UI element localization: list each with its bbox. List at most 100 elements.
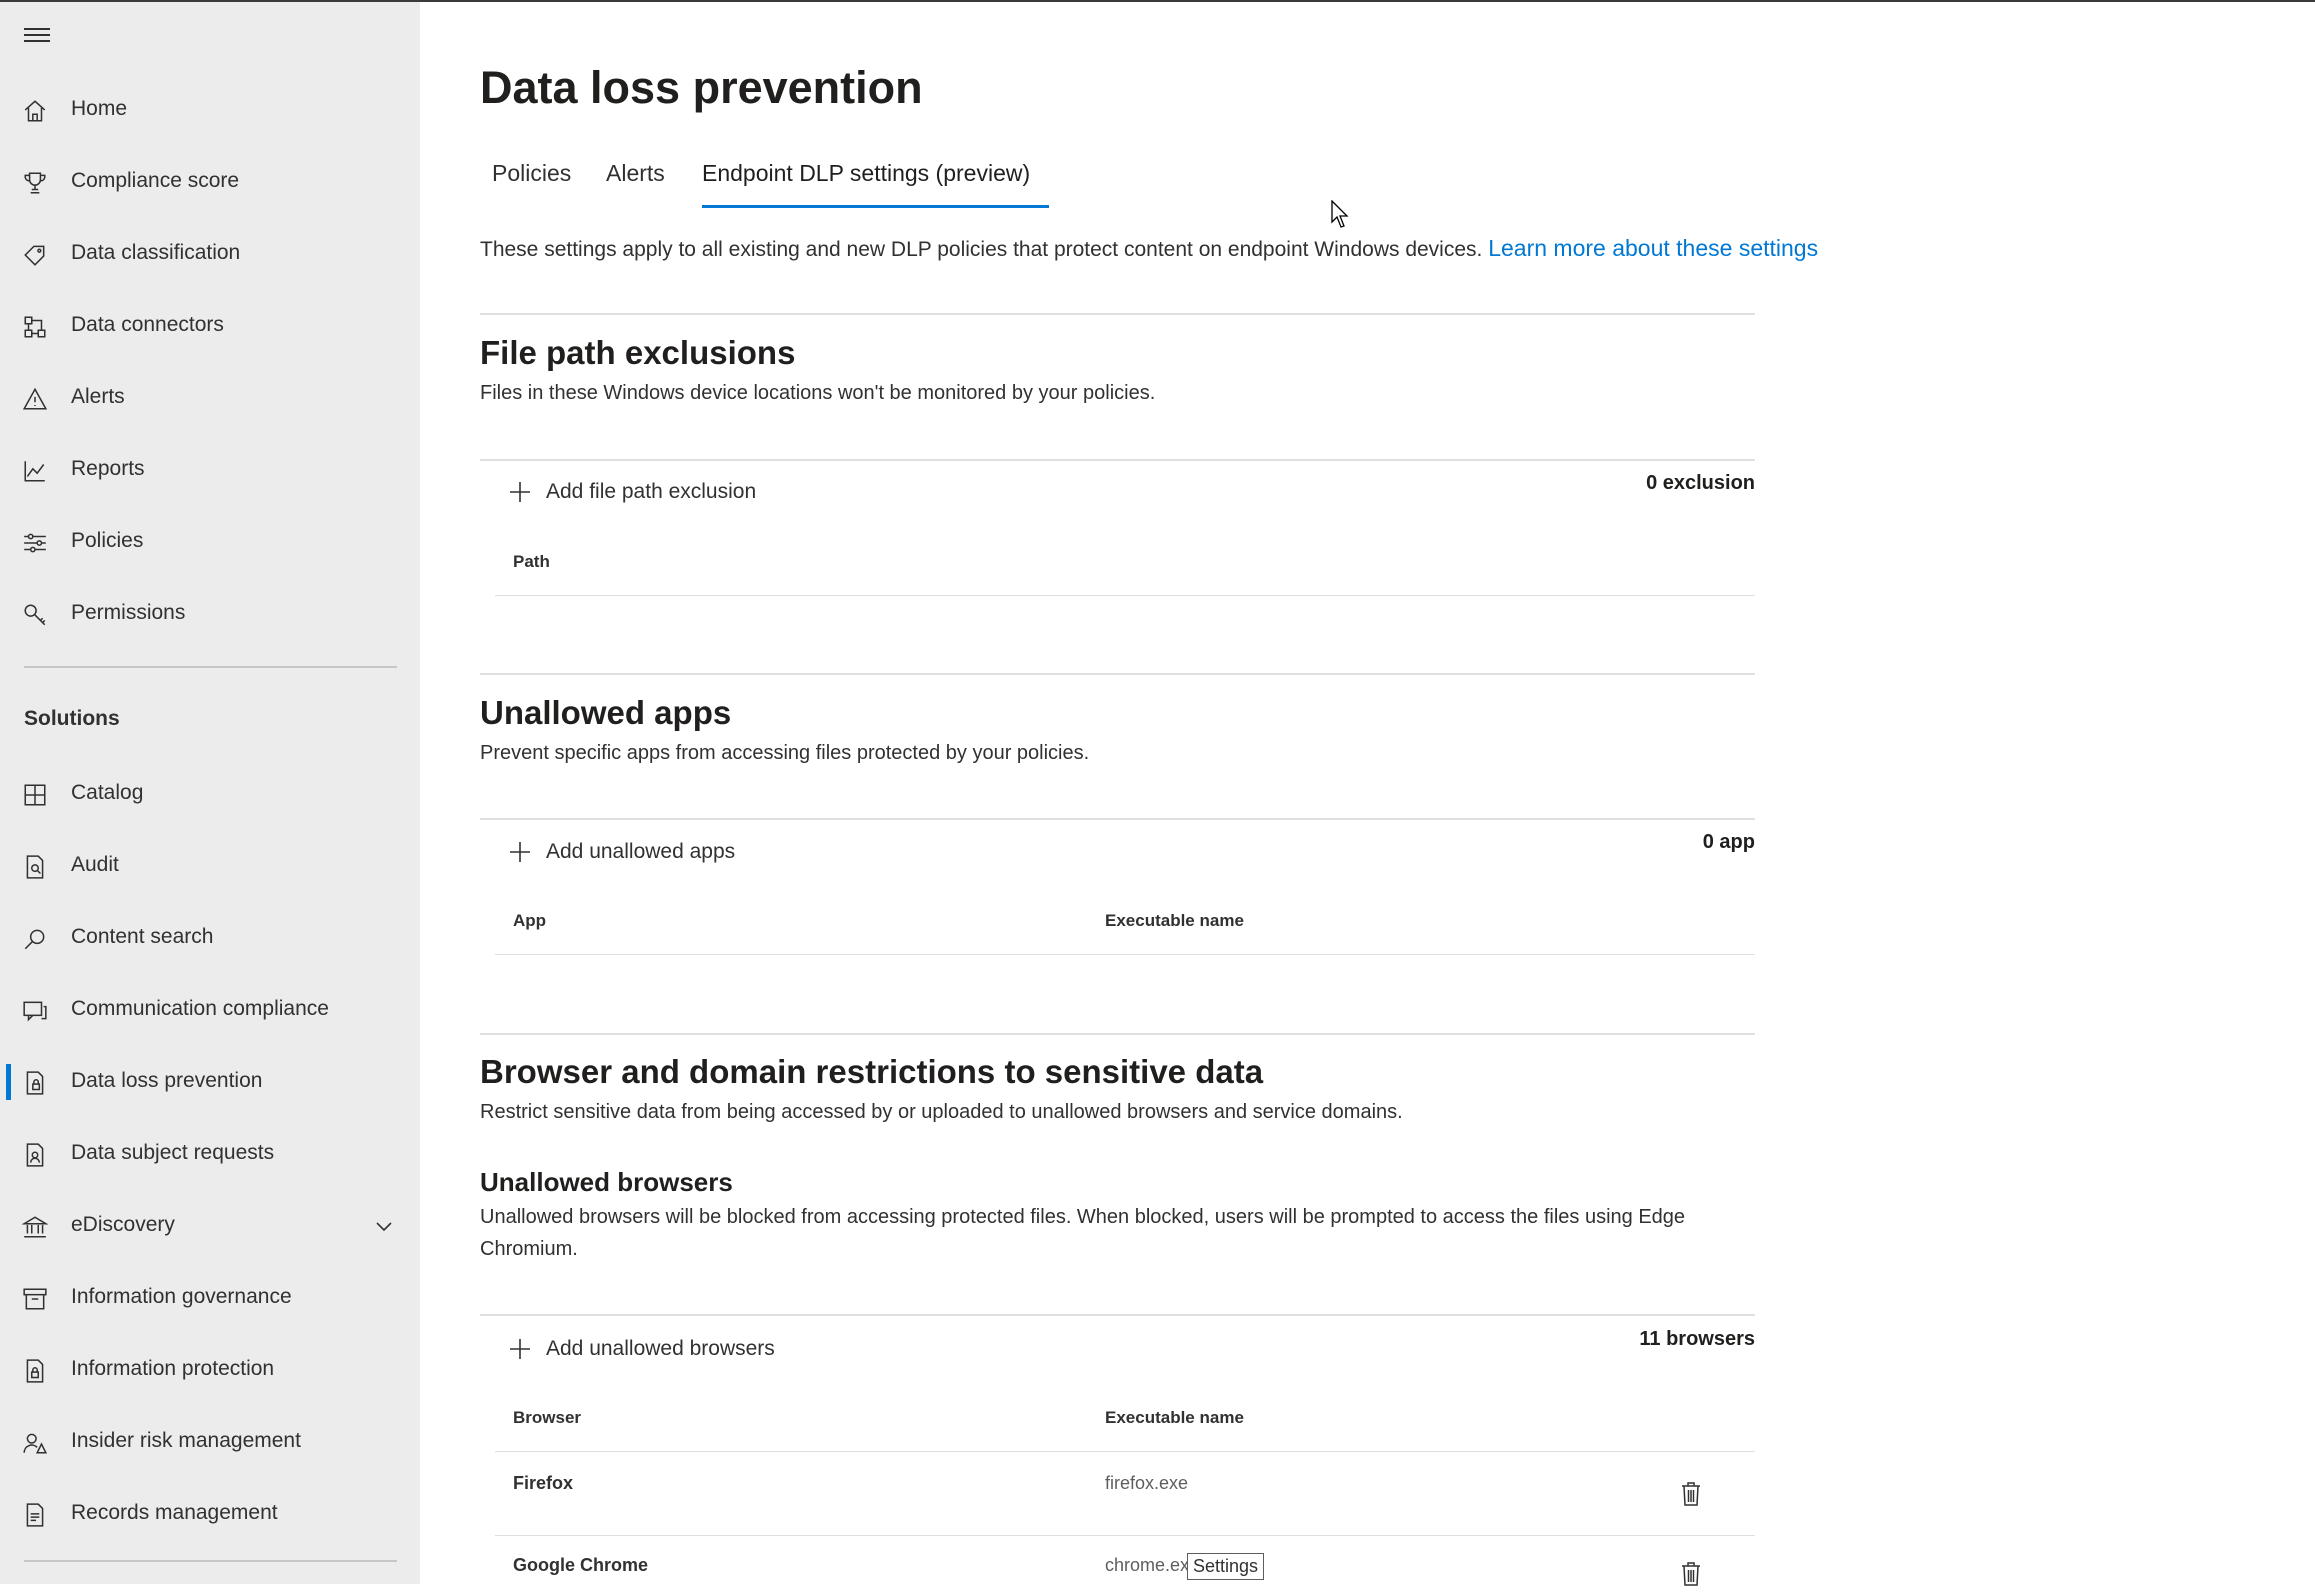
executable-name: firefox.exe — [1105, 1473, 1189, 1493]
nav-item-label: Reports — [71, 457, 145, 480]
browser-domain-restrictions-description: Restrict sensitive data from being acces… — [480, 1101, 1403, 1123]
nav-divider — [24, 1560, 397, 1562]
page-title: Data loss prevention — [480, 62, 923, 113]
nav-item-insider-risk-management[interactable]: Insider risk management — [0, 1412, 420, 1472]
connector-icon — [22, 314, 48, 340]
nav-item-information-protection[interactable]: Information protection — [0, 1340, 420, 1400]
exclusion-count: 0 exclusion — [1646, 472, 1755, 494]
nav-item-records-management[interactable]: Records management — [0, 1484, 420, 1544]
nav-item-data-loss-prevention[interactable]: Data loss prevention — [0, 1052, 420, 1112]
lock-doc-icon — [22, 1358, 48, 1384]
nav-item-data-subject-requests[interactable]: Data subject requests — [0, 1124, 420, 1184]
nav-item-label: Audit — [71, 853, 119, 876]
intro-description: These settings apply to all existing and… — [480, 238, 1483, 261]
tab-policies[interactable]: Policies — [492, 160, 571, 187]
nav-item-home[interactable]: Home — [0, 80, 420, 140]
learn-more-link[interactable]: Learn more about these settings — [1488, 235, 1818, 261]
nav-item-label: eDiscovery — [71, 1213, 175, 1236]
warning-icon — [22, 386, 48, 412]
nav-item-label: Data subject requests — [71, 1141, 275, 1164]
browser-name: Google Chrome — [513, 1555, 649, 1575]
nav-divider — [24, 666, 397, 668]
archive-icon — [22, 1286, 48, 1312]
section-divider — [480, 1314, 1755, 1316]
search-icon — [22, 926, 48, 952]
mouse-cursor-icon — [1331, 200, 1349, 228]
nav-item-communication-compliance[interactable]: Communication compliance — [0, 980, 420, 1040]
nav-item-content-search[interactable]: Content search — [0, 908, 420, 968]
nav-item-label: Records management — [71, 1501, 278, 1524]
nav-item-label: Information protection — [71, 1357, 275, 1380]
section-divider — [480, 673, 1755, 675]
delete-icon[interactable] — [1680, 1481, 1702, 1507]
nav-item-data-classification[interactable]: Data classification — [0, 224, 420, 284]
home-icon — [22, 98, 48, 124]
tab-alerts[interactable]: Alerts — [606, 160, 665, 187]
nav-item-information-governance[interactable]: Information governance — [0, 1268, 420, 1328]
browser-name: Firefox — [513, 1473, 574, 1493]
file-path-exclusions-description: Files in these Windows device locations … — [480, 382, 1156, 404]
sliders-icon — [22, 530, 48, 556]
tag-icon — [22, 242, 48, 268]
add-button-label: Add unallowed apps — [546, 840, 736, 863]
executable-name: chrome.ex — [1105, 1555, 1190, 1575]
column-header-path[interactable]: Path — [513, 552, 550, 572]
main-content: Data loss prevention Policies Alerts End… — [480, 0, 2315, 1587]
app-count: 0 app — [1702, 831, 1755, 853]
nav-item-label: Home — [71, 97, 128, 120]
browser-count: 11 browsers — [1639, 1328, 1755, 1350]
column-header-executable-name[interactable]: Executable name — [1105, 911, 1244, 931]
plus-icon — [508, 480, 532, 504]
nav-item-label: Data classification — [71, 241, 241, 264]
section-divider — [480, 313, 1755, 315]
records-icon — [22, 1502, 48, 1528]
browser-domain-restrictions-heading: Browser and domain restrictions to sensi… — [480, 1053, 1264, 1090]
nav-item-compliance-score[interactable]: Compliance score — [0, 152, 420, 212]
key-icon — [22, 602, 48, 628]
section-divider — [480, 459, 1755, 461]
nav-item-label: Insider risk management — [71, 1429, 301, 1452]
table-divider — [495, 954, 1755, 955]
nav-item-label: Permissions — [71, 601, 186, 624]
nav-item-label: Compliance score — [71, 169, 240, 192]
nav-item-label: Information governance — [71, 1285, 292, 1308]
nav-item-permissions[interactable]: Permissions — [0, 584, 420, 644]
chart-icon — [22, 458, 48, 484]
nav-item-label: Data loss prevention — [71, 1069, 263, 1092]
column-header-app[interactable]: App — [513, 911, 546, 931]
nav-item-policies[interactable]: Policies — [0, 512, 420, 572]
nav-item-label: Policies — [71, 529, 144, 552]
nav-item-data-connectors[interactable]: Data connectors — [0, 296, 420, 356]
nav-item-alerts[interactable]: Alerts — [0, 368, 420, 428]
plus-icon — [508, 1337, 532, 1361]
nav-item-ediscovery[interactable]: eDiscovery — [0, 1196, 420, 1256]
delete-icon[interactable] — [1680, 1561, 1702, 1587]
intro-text: These settings apply to all existing and… — [480, 235, 1818, 262]
unallowed-browsers-description: Unallowed browsers will be blocked from … — [480, 1206, 1686, 1260]
table-divider — [495, 1535, 1755, 1536]
nav-item-audit[interactable]: Audit — [0, 836, 420, 896]
hamburger-menu-icon[interactable] — [24, 28, 50, 48]
nav-item-label: Data connectors — [71, 313, 224, 336]
nav-item-reports[interactable]: Reports — [0, 440, 420, 500]
person-doc-icon — [22, 1142, 48, 1168]
unallowed-apps-description: Prevent specific apps from accessing fil… — [480, 742, 1090, 764]
add-button-label: Add unallowed browsers — [546, 1337, 775, 1360]
chevron-down-icon[interactable] — [372, 1214, 396, 1238]
nav-item-label: Catalog — [71, 781, 144, 804]
nav-item-label: Alerts — [71, 385, 125, 408]
section-divider — [480, 1033, 1755, 1035]
person-risk-icon — [22, 1430, 48, 1456]
audit-icon — [22, 854, 48, 880]
unallowed-browsers-heading: Unallowed browsers — [480, 1167, 733, 1197]
nav-item-label: Communication compliance — [71, 997, 329, 1020]
tab-endpoint-dlp-settings[interactable]: Endpoint DLP settings (preview) — [702, 160, 1030, 187]
table-divider — [495, 595, 1755, 596]
catalog-icon — [22, 782, 48, 808]
column-header-executable-name[interactable]: Executable name — [1105, 1408, 1244, 1428]
column-header-browser[interactable]: Browser — [513, 1408, 581, 1428]
shield-doc-icon — [22, 1070, 48, 1096]
nav-item-label: Content search — [71, 925, 214, 948]
left-navigation: Home Compliance score Data classificatio… — [0, 2, 420, 1584]
nav-item-catalog[interactable]: Catalog — [0, 764, 420, 824]
